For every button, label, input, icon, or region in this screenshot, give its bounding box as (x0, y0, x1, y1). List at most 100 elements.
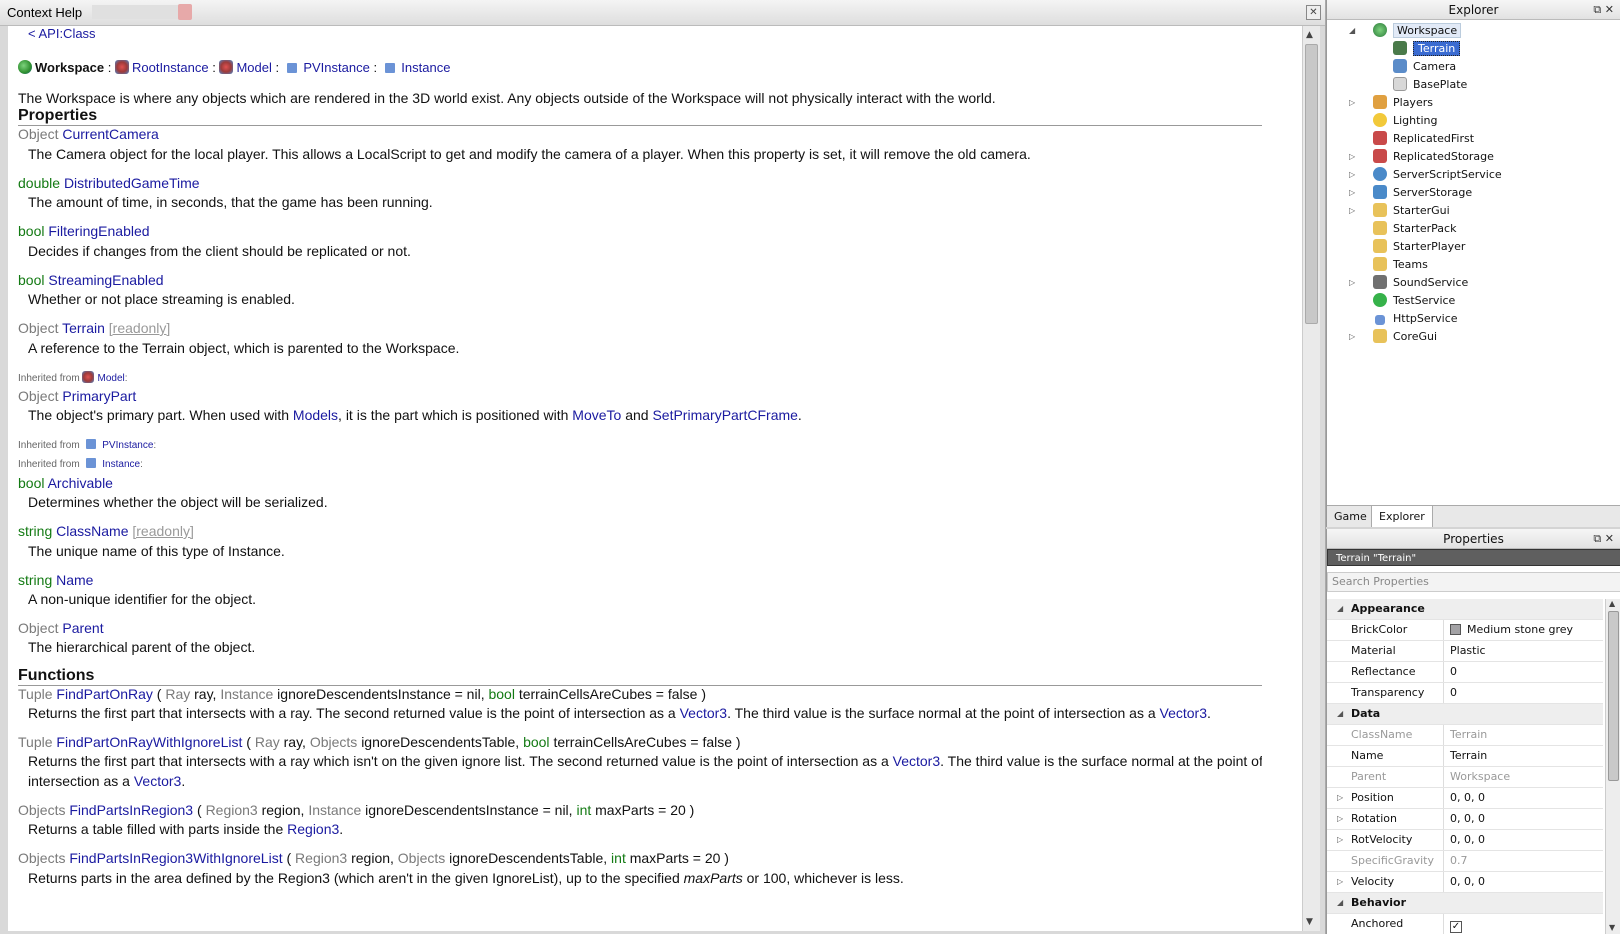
prop-value[interactable]: 0, 0, 0 (1443, 788, 1603, 808)
expand-icon[interactable]: ▷ (1337, 872, 1343, 892)
prop-name[interactable]: CurrentCamera (62, 126, 158, 142)
scroll-up-icon[interactable]: ▲ (1609, 599, 1615, 608)
collapse-icon[interactable]: ◢ (1337, 704, 1343, 724)
tree-node-coregui[interactable]: ▷ CoreGui (1349, 328, 1437, 346)
tree-node-lighting[interactable]: Lighting (1373, 112, 1437, 130)
prop-row-anchored[interactable]: Anchored ✓ (1327, 914, 1603, 934)
tree-node-baseplate[interactable]: BasePlate (1393, 76, 1467, 94)
func-name[interactable]: FindPartOnRay (56, 686, 152, 702)
prop-name[interactable]: PrimaryPart (62, 388, 136, 404)
anchored-checkbox[interactable]: ✓ (1450, 921, 1462, 933)
tree-node-players[interactable]: ▷ Players (1349, 94, 1433, 112)
prop-name[interactable]: DistributedGameTime (64, 175, 200, 191)
help-scrollbar[interactable]: ▲ ▼ (1302, 26, 1320, 931)
dock-close-icons[interactable]: ⧉ ✕ (1593, 529, 1614, 549)
func-name[interactable]: FindPartOnRayWithIgnoreList (56, 734, 242, 750)
breadcrumb[interactable]: < API:Class (28, 26, 1298, 41)
scroll-thumb[interactable] (1305, 44, 1318, 324)
prop-row-material[interactable]: Material Plastic (1327, 641, 1603, 662)
properties-scrollbar[interactable]: ▲ ▼ (1605, 599, 1620, 934)
prop-row-position[interactable]: ▷ Position 0, 0, 0 (1327, 788, 1603, 809)
category-appearance[interactable]: ◢ Appearance (1327, 599, 1603, 620)
desc-link[interactable]: Vector3 (134, 773, 181, 789)
prop-value[interactable]: Terrain (1443, 746, 1603, 766)
tree-node-serverstorage[interactable]: ▷ ServerStorage (1349, 184, 1472, 202)
tree-node-terrain[interactable]: Terrain (1393, 40, 1461, 58)
prop-name[interactable]: Parent (62, 620, 103, 636)
expand-icon[interactable]: ▷ (1337, 830, 1343, 850)
expand-icon[interactable]: ▷ (1349, 166, 1359, 184)
tree-node-starterplayer[interactable]: StarterPlayer (1373, 238, 1465, 256)
prop-value[interactable]: Medium stone grey (1443, 620, 1603, 640)
tree-node-camera[interactable]: Camera (1393, 58, 1456, 76)
prop-row-rotvelocity[interactable]: ▷ RotVelocity 0, 0, 0 (1327, 830, 1603, 851)
expand-icon[interactable]: ▷ (1337, 788, 1343, 808)
inherited-link[interactable]: PVInstance (102, 440, 153, 451)
prop-name[interactable]: Archivable (48, 475, 113, 491)
desc-link[interactable]: MoveTo (572, 407, 621, 423)
expand-icon[interactable]: ▷ (1349, 274, 1359, 292)
desc-link[interactable]: Vector3 (893, 753, 940, 769)
tree-node-startergui[interactable]: ▷ StarterGui (1349, 202, 1450, 220)
class-link-instance[interactable]: Instance (401, 60, 450, 75)
prop-value[interactable]: 0 (1443, 662, 1603, 682)
prop-value[interactable]: 0, 0, 0 (1443, 830, 1603, 850)
collapse-icon[interactable]: ◢ (1337, 599, 1343, 619)
close-icon[interactable]: ✕ (1306, 5, 1321, 20)
breadcrumb-link[interactable]: < API:Class (28, 26, 96, 41)
prop-value[interactable]: 0, 0, 0 (1443, 809, 1603, 829)
prop-row-name[interactable]: Name Terrain (1327, 746, 1603, 767)
tree-node-teams[interactable]: Teams (1373, 256, 1428, 274)
expand-icon[interactable]: ▷ (1349, 148, 1359, 166)
prop-row-transparency[interactable]: Transparency 0 (1327, 683, 1603, 704)
prop-value[interactable]: ✓ (1443, 914, 1603, 934)
expand-icon[interactable]: ▷ (1349, 202, 1359, 220)
tree-node-starterpack[interactable]: StarterPack (1373, 220, 1456, 238)
desc-link[interactable]: Region3 (287, 821, 339, 837)
collapse-icon[interactable]: ◢ (1349, 22, 1359, 40)
desc-link[interactable]: Vector3 (1160, 705, 1207, 721)
prop-name[interactable]: StreamingEnabled (48, 272, 163, 288)
category-behavior[interactable]: ◢ Behavior (1327, 893, 1603, 914)
func-name[interactable]: FindPartsInRegion3 (69, 802, 193, 818)
expand-icon[interactable]: ▷ (1349, 184, 1359, 202)
prop-value[interactable]: Plastic (1443, 641, 1603, 661)
prop-name[interactable]: Terrain (62, 320, 105, 336)
tree-node-serverscriptservice[interactable]: ▷ ServerScriptService (1349, 166, 1502, 184)
tree-node-workspace[interactable]: ◢ Workspace (1349, 22, 1462, 40)
class-link-rootinstance[interactable]: RootInstance (132, 60, 209, 75)
class-link-model[interactable]: Model (236, 60, 271, 75)
expand-icon[interactable]: ▷ (1349, 94, 1359, 112)
scroll-down-icon[interactable]: ▼ (1609, 923, 1615, 932)
prop-name[interactable]: ClassName (56, 523, 128, 539)
prop-name[interactable]: Name (56, 572, 93, 588)
expand-icon[interactable]: ▷ (1349, 328, 1359, 346)
expand-icon[interactable]: ▷ (1337, 809, 1343, 829)
prop-row-brickcolor[interactable]: BrickColor Medium stone grey (1327, 620, 1603, 641)
tree-node-testservice[interactable]: TestService (1373, 292, 1455, 310)
scroll-thumb[interactable] (1608, 611, 1619, 781)
desc-link[interactable]: Vector3 (680, 705, 727, 721)
prop-name[interactable]: FilteringEnabled (48, 223, 149, 239)
scroll-down-icon[interactable]: ▼ (1306, 917, 1313, 927)
scroll-up-icon[interactable]: ▲ (1306, 30, 1313, 40)
tree-node-soundservice[interactable]: ▷ SoundService (1349, 274, 1468, 292)
prop-value[interactable]: 0 (1443, 683, 1603, 703)
inherited-link[interactable]: Model (97, 373, 124, 384)
category-data[interactable]: ◢ Data (1327, 704, 1603, 725)
class-link-pvinstance[interactable]: PVInstance (303, 60, 370, 75)
tree-node-replicatedstorage[interactable]: ▷ ReplicatedStorage (1349, 148, 1494, 166)
tab-explorer[interactable]: Explorer (1371, 506, 1433, 527)
tree-node-replicatedfirst[interactable]: ReplicatedFirst (1373, 130, 1474, 148)
collapse-icon[interactable]: ◢ (1337, 893, 1343, 913)
dock-close-icons[interactable]: ⧉ ✕ (1593, 0, 1614, 20)
prop-row-rotation[interactable]: ▷ Rotation 0, 0, 0 (1327, 809, 1603, 830)
inherited-link[interactable]: Instance (102, 459, 140, 470)
func-name[interactable]: FindPartsInRegion3WithIgnoreList (69, 850, 282, 866)
prop-row-reflectance[interactable]: Reflectance 0 (1327, 662, 1603, 683)
desc-link[interactable]: SetPrimaryPartCFrame (652, 407, 797, 423)
prop-row-velocity[interactable]: ▷ Velocity 0, 0, 0 (1327, 872, 1603, 893)
prop-value[interactable]: 0, 0, 0 (1443, 872, 1603, 892)
desc-link[interactable]: Models (293, 407, 338, 423)
tab-game[interactable]: Game (1327, 506, 1374, 527)
